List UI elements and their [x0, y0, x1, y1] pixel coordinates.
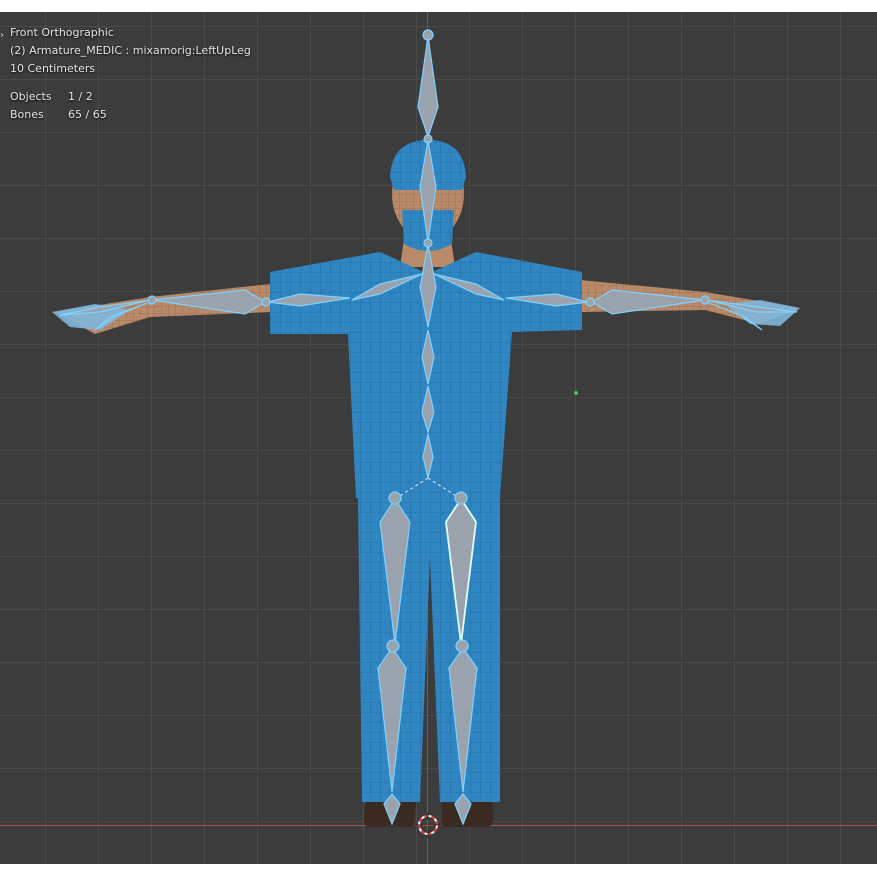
stats-value: 65 / 65 [68, 108, 107, 121]
stats-bones: Bones 65 / 65 [10, 106, 251, 124]
view-name: Front Orthographic [10, 26, 114, 39]
active-object-text: (2) Armature_MEDIC : mixamorig:LeftUpLeg [10, 44, 251, 57]
3d-cursor-icon[interactable] [415, 812, 441, 838]
stats-label: Bones [10, 108, 44, 121]
chevron-right-icon[interactable]: › [0, 30, 4, 41]
character-scene[interactable] [0, 12, 877, 864]
armature-bones[interactable] [59, 29, 798, 826]
stats-label: Objects [10, 90, 52, 103]
object-origin-icon [574, 391, 578, 395]
stats-objects: Objects 1 / 2 [10, 88, 251, 106]
stats-value: 1 / 2 [68, 90, 93, 103]
grid-scale-text: 10 Centimeters [10, 62, 96, 75]
3d-viewport[interactable]: › Front Orthographic (2) Armature_MEDIC … [0, 12, 877, 864]
viewport-info-overlay: Front Orthographic (2) Armature_MEDIC : … [10, 24, 251, 124]
bone-head-top[interactable] [417, 35, 439, 139]
